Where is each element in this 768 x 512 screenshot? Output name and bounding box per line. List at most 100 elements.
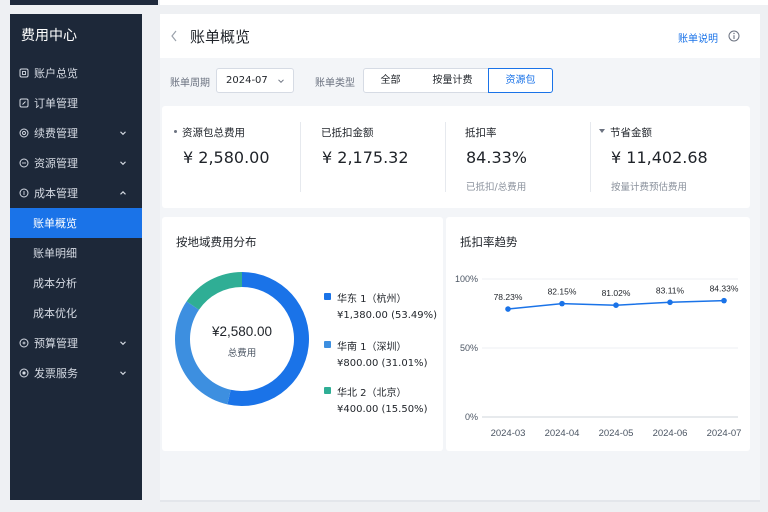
- stat-deducted: 已抵扣金额 ¥ 2,175.32: [301, 106, 447, 208]
- sidebar-item-resources[interactable]: 资源管理: [10, 148, 142, 178]
- trend-data-label: 83.11%: [656, 285, 685, 295]
- trend-point: [721, 297, 727, 304]
- donut-slice: [175, 301, 231, 405]
- sidebar-item-account[interactable]: 账户总览: [10, 58, 142, 88]
- period-label: 账单周期: [170, 78, 210, 89]
- sidebar-item-invoice[interactable]: 发票服务: [10, 358, 142, 388]
- trend-point: [613, 302, 619, 308]
- footer-shadow: [160, 500, 760, 502]
- sidebar-item-label: 续费管理: [34, 127, 78, 140]
- stat-value: ¥ 2,580.00: [183, 148, 270, 167]
- stat-subtext: 按量计费预估费用: [611, 182, 688, 193]
- sidebar-sub-bill-overview[interactable]: 账单概览: [10, 208, 142, 238]
- sidebar-item-label: 发票服务: [34, 367, 78, 380]
- legend-name: 华东 1（杭州）: [337, 294, 407, 305]
- type-option-pay-as-you-go[interactable]: 按量计费: [417, 68, 489, 93]
- trend-line-chart: 100% 50% 0% 2024-03 2024-04 2024-05 2024-06 20…: [455, 274, 742, 439]
- sidebar: 费用中心 账户总览 订单管理 续费管理 资源管理 成本管理 账单概览 账单明细 …: [10, 14, 142, 500]
- chevron-down-icon: [278, 79, 284, 84]
- period-value: 2024-07: [226, 75, 268, 86]
- sidebar-sub-bill-detail[interactable]: 账单明细: [10, 238, 142, 268]
- trend-point: [505, 306, 511, 312]
- donut-center-value: ¥2,580.00: [211, 324, 272, 339]
- type-label: 账单类型: [315, 78, 355, 89]
- region-cost-card: 按地域费用分布 ¥2,580.00 总费用 华东 1（杭州） ¥1,380.00…: [162, 217, 443, 451]
- legend-swatch: [324, 341, 331, 348]
- back-chevron-icon[interactable]: [170, 29, 178, 43]
- sidebar-item-label: 资源管理: [34, 157, 78, 170]
- renew-icon: [19, 128, 29, 138]
- x-tick-label: 2024-05: [599, 428, 634, 439]
- trend-data-label: 82.15%: [548, 287, 577, 297]
- legend-name: 华南 1（深圳）: [337, 342, 407, 353]
- sidebar-sub-cost-analysis[interactable]: 成本分析: [10, 268, 142, 298]
- trend-point: [667, 299, 673, 306]
- donut-chart: ¥2,580.00 总费用: [175, 272, 309, 406]
- sidebar-item-cost[interactable]: 成本管理: [10, 178, 142, 208]
- donut-slice: [227, 272, 309, 406]
- page-header: 账单概览 账单说明: [160, 14, 760, 58]
- stat-label: 节省金额: [610, 127, 652, 139]
- top-bar-right: [160, 0, 768, 5]
- bullet-icon: [174, 130, 177, 133]
- legend-amount: ¥400.00 (15.50%): [337, 404, 428, 415]
- budget-icon: [19, 338, 29, 348]
- deduction-trend-card: 抵扣率趋势 100% 50% 0% 2024-03 2024-04 2024-05 202…: [446, 217, 750, 451]
- stat-label: 已抵扣金额: [321, 127, 374, 139]
- resource-icon: [19, 158, 29, 168]
- sidebar-item-renew[interactable]: 续费管理: [10, 118, 142, 148]
- top-bar-left: [10, 0, 158, 5]
- sidebar-title: 费用中心: [21, 28, 77, 44]
- type-option-all[interactable]: 全部: [363, 68, 418, 93]
- trend-data-label: 84.33%: [710, 284, 739, 294]
- order-icon: [19, 98, 29, 108]
- trend-data-label: 78.23%: [494, 292, 523, 302]
- sidebar-item-label: 成本管理: [34, 187, 78, 200]
- caret-down-icon: [599, 129, 605, 133]
- stat-label: 资源包总费用: [182, 127, 245, 139]
- card-title: 按地域费用分布: [176, 235, 257, 249]
- bill-help-link[interactable]: 账单说明: [678, 30, 718, 45]
- stat-total-cost: 资源包总费用 ¥ 2,580.00: [162, 106, 308, 208]
- x-tick-label: 2024-03: [491, 428, 526, 439]
- account-icon: [19, 68, 29, 78]
- donut-slice: [186, 272, 242, 310]
- cost-icon: [19, 188, 29, 198]
- chevron-up-icon: [120, 191, 126, 195]
- legend-name: 华北 2（北京）: [337, 388, 407, 399]
- x-tick-label: 2024-07: [707, 428, 742, 439]
- donut-center-label: 总费用: [228, 347, 257, 359]
- y-tick-label: 0%: [465, 412, 478, 422]
- stat-label: 抵扣率: [465, 127, 497, 139]
- invoice-icon: [19, 368, 29, 378]
- chevron-down-icon: [120, 341, 126, 346]
- filter-bar: 账单周期 2024-07 账单类型 全部 按量计费 资源包: [160, 68, 760, 94]
- sidebar-item-label: 预算管理: [34, 337, 78, 350]
- legend-amount: ¥1,380.00 (53.49%): [337, 310, 438, 321]
- x-tick-label: 2024-06: [653, 428, 688, 439]
- sidebar-item-label: 订单管理: [34, 97, 78, 110]
- info-icon[interactable]: [728, 30, 740, 42]
- legend-swatch: [324, 293, 331, 300]
- sidebar-sub-cost-optimization[interactable]: 成本优化: [10, 298, 142, 328]
- stat-value: ¥ 2,175.32: [322, 148, 409, 167]
- legend-swatch: [324, 387, 331, 394]
- main-content: 账单概览 账单说明 账单周期 2024-07 账单类型 全部 按量计费 资源包 …: [160, 14, 760, 500]
- type-option-resource-pack[interactable]: 资源包: [488, 68, 553, 93]
- period-select[interactable]: 2024-07: [216, 68, 294, 93]
- stat-savings: 节省金额 ¥ 11,402.68 按量计费预估费用: [590, 106, 736, 208]
- trend-point: [559, 300, 565, 307]
- chevron-down-icon: [120, 131, 126, 136]
- page-title: 账单概览: [190, 28, 251, 46]
- sidebar-item-label: 账户总览: [34, 67, 78, 80]
- sidebar-item-budget[interactable]: 预算管理: [10, 328, 142, 358]
- chevron-down-icon: [120, 161, 126, 166]
- x-tick-label: 2024-04: [545, 428, 580, 439]
- trend-data-label: 81.02%: [602, 288, 631, 298]
- stat-value: ¥ 11,402.68: [611, 148, 708, 167]
- legend-amount: ¥800.00 (31.01%): [337, 358, 428, 369]
- y-tick-label: 100%: [455, 274, 478, 284]
- stats-panel: 资源包总费用 ¥ 2,580.00 已抵扣金额 ¥ 2,175.32 抵扣率 8…: [162, 106, 750, 208]
- chevron-down-icon: [120, 371, 126, 376]
- sidebar-item-orders[interactable]: 订单管理: [10, 88, 142, 118]
